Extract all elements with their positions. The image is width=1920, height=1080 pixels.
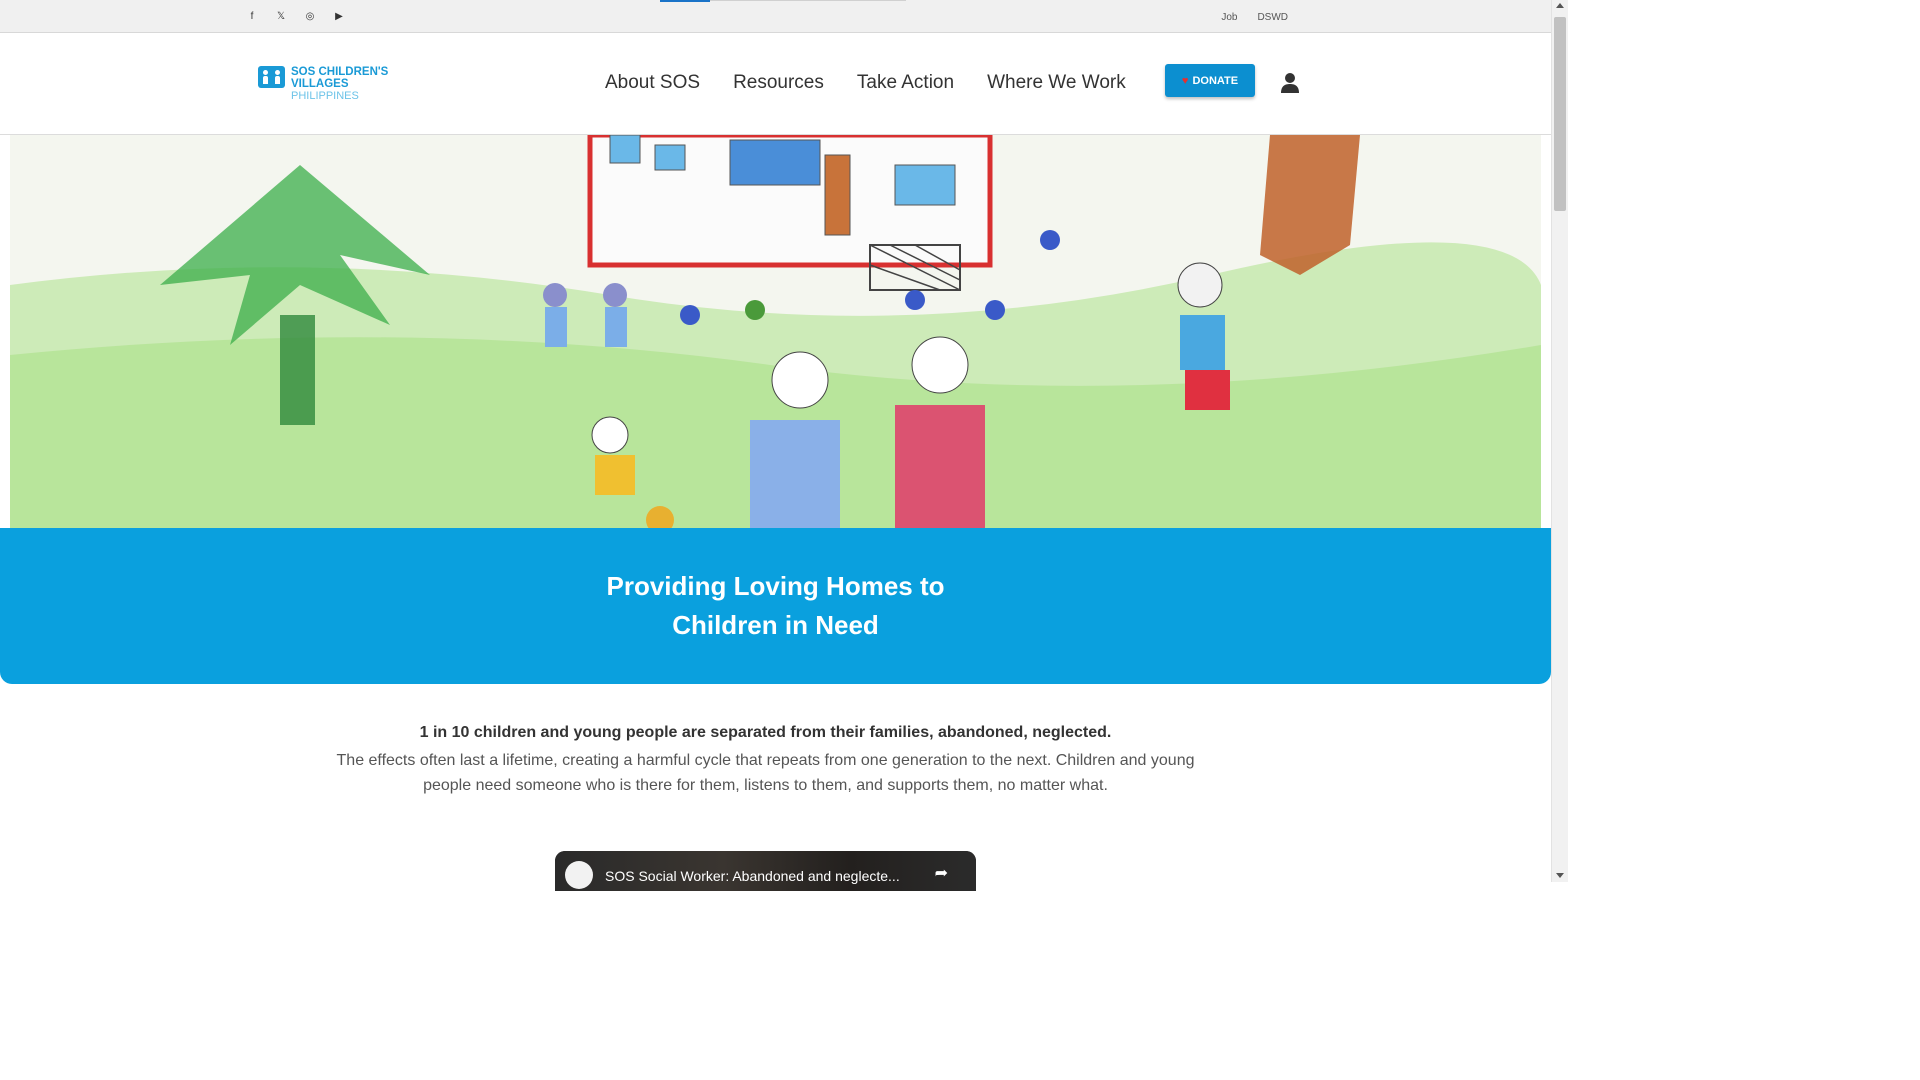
user-account-icon[interactable] bbox=[1280, 72, 1300, 94]
site-header: SOS CHILDREN'S VILLAGES PHILIPPINES Abou… bbox=[0, 34, 1551, 135]
hero-banner: Providing Loving Homes to Children in Ne… bbox=[0, 528, 1551, 684]
facebook-icon[interactable]: f bbox=[246, 11, 258, 23]
utility-links: Job DSWD bbox=[1221, 12, 1288, 23]
nav-take-action[interactable]: Take Action bbox=[857, 72, 954, 94]
scroll-up-icon[interactable] bbox=[1556, 3, 1564, 8]
job-link[interactable]: Job bbox=[1221, 12, 1237, 23]
scrollbar-thumb[interactable] bbox=[1554, 17, 1566, 211]
youtube-icon[interactable]: ▶ bbox=[333, 11, 345, 23]
logo-line-3: PHILIPPINES bbox=[291, 90, 359, 102]
intro-section: 1 in 10 children and young people are se… bbox=[330, 722, 1201, 798]
intro-body: The effects often last a lifetime, creat… bbox=[336, 752, 1195, 794]
intro-lead: 1 in 10 children and young people are se… bbox=[419, 724, 1112, 741]
donate-label: DONATE bbox=[1192, 74, 1239, 87]
embedded-video[interactable]: SOS Social Worker: Abandoned and neglect… bbox=[555, 851, 976, 891]
hero-heading: Providing Loving Homes to Children in Ne… bbox=[606, 571, 945, 640]
donate-button[interactable]: ♥ DONATE bbox=[1165, 64, 1255, 97]
hero-illustration bbox=[10, 135, 1541, 528]
page-scrollbar[interactable] bbox=[1551, 0, 1568, 882]
x-icon[interactable]: 𝕏 bbox=[275, 11, 287, 23]
nav-about-sos[interactable]: About SOS bbox=[605, 72, 700, 94]
instagram-icon[interactable]: ◎ bbox=[304, 11, 316, 23]
logo-line-2: VILLAGES bbox=[291, 78, 349, 90]
logo-line-1: SOS CHILDREN'S bbox=[291, 66, 389, 78]
heart-icon: ♥ bbox=[1181, 74, 1189, 87]
loading-indicator bbox=[660, 0, 710, 2]
share-icon[interactable]: ➦ bbox=[935, 863, 948, 883]
social-links: f 𝕏 ◎ ▶ bbox=[246, 11, 345, 23]
site-logo[interactable]: SOS CHILDREN'S VILLAGES PHILIPPINES bbox=[258, 66, 388, 102]
main-nav: About SOS Resources Take Action Where We… bbox=[605, 72, 1126, 94]
crayon-drawing-image bbox=[10, 135, 1541, 528]
nav-where-we-work[interactable]: Where We Work bbox=[987, 72, 1126, 94]
scroll-down-icon[interactable] bbox=[1556, 873, 1564, 878]
divider bbox=[710, 0, 906, 1]
video-title[interactable]: SOS Social Worker: Abandoned and neglect… bbox=[605, 868, 900, 884]
logo-text: SOS CHILDREN'S VILLAGES PHILIPPINES bbox=[291, 66, 388, 102]
channel-avatar[interactable] bbox=[565, 861, 593, 889]
dswd-link[interactable]: DSWD bbox=[1257, 12, 1288, 23]
sos-logo-icon bbox=[258, 66, 285, 88]
top-utility-bar: f 𝕏 ◎ ▶ Job DSWD bbox=[0, 0, 1551, 33]
nav-resources[interactable]: Resources bbox=[733, 72, 824, 94]
